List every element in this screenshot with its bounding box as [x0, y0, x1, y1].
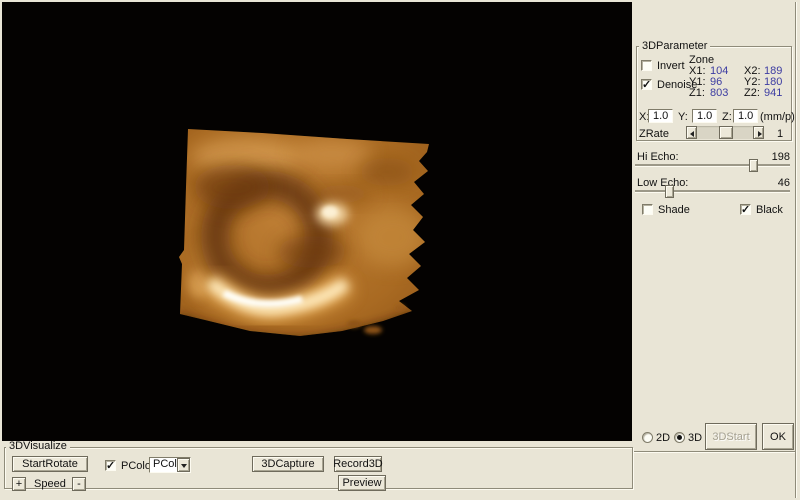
scale-z-input[interactable] [733, 109, 758, 123]
scale-y-input[interactable] [692, 109, 717, 123]
record3d-button[interactable]: Record3D [334, 456, 382, 472]
hi-echo-value: 198 [772, 152, 790, 163]
speed-label: Speed [34, 479, 66, 490]
3dcapture-button[interactable]: 3DCapture [252, 456, 324, 472]
panel-edge-line [795, 2, 797, 498]
checkmark-icon: ✓ [106, 459, 115, 472]
invert-checkbox[interactable] [641, 60, 652, 71]
start-rotate-button[interactable]: StartRotate [12, 456, 88, 472]
scale-z-label: Z: [722, 112, 732, 123]
hi-echo-label: Hi Echo: [637, 152, 679, 163]
mode-2d-label: 2D [656, 433, 670, 444]
zrate-label: ZRate [639, 129, 669, 140]
render-viewport[interactable] [2, 2, 632, 441]
visualize-group-title: 3DVisualize [6, 441, 70, 452]
pcolor-dropdown[interactable]: PColor [149, 457, 191, 473]
3dstart-button[interactable]: 3DStart [705, 423, 757, 450]
mode-3d-label: 3D [688, 433, 702, 444]
zrate-scroll-left-button[interactable] [686, 126, 697, 139]
visualize-panel: 3DVisualize StartRotate + Speed - ✓ PCol… [2, 441, 632, 498]
app-window: 3DParameter Invert ✓ Denoise Zone X1: 10… [0, 0, 800, 500]
zrate-scroll-right-button[interactable] [753, 126, 764, 139]
invert-label: Invert [657, 61, 685, 72]
radio-dot-icon [677, 435, 682, 440]
scale-y-label: Y: [678, 112, 688, 123]
low-echo-track[interactable] [635, 190, 790, 193]
denoise-checkbox[interactable]: ✓ [641, 79, 652, 90]
speed-minus-button[interactable]: - [72, 477, 86, 491]
low-echo-label: Low Echo: [637, 178, 688, 189]
arrow-right-icon [758, 131, 762, 137]
chevron-down-icon [181, 464, 187, 468]
mode-2d-radio[interactable] [642, 432, 653, 443]
mode-3d-radio[interactable] [674, 432, 685, 443]
black-checkbox[interactable]: ✓ [740, 204, 751, 215]
preview-button[interactable]: Preview [338, 475, 386, 491]
low-echo-value: 46 [778, 178, 790, 189]
zone-z2-value: 941 [764, 88, 782, 99]
zrate-scroll-thumb[interactable] [719, 126, 733, 139]
parameter-group-title: 3DParameter [639, 41, 710, 52]
pcolor-checkbox[interactable]: ✓ [105, 460, 116, 471]
low-echo-slider-thumb[interactable] [665, 185, 674, 198]
arrow-left-icon [690, 131, 694, 137]
dropdown-button[interactable] [177, 458, 190, 472]
zone-z1-value: 803 [710, 88, 728, 99]
panel-bottom-line [632, 451, 795, 453]
hi-echo-slider-thumb[interactable] [749, 159, 758, 172]
zrate-scrollbar[interactable] [686, 126, 764, 139]
shade-label: Shade [658, 205, 690, 216]
scale-unit-label: (mm/p) [760, 112, 795, 123]
ok-button[interactable]: OK [762, 423, 794, 450]
checkmark-icon: ✓ [741, 203, 750, 216]
shade-checkbox[interactable] [642, 204, 653, 215]
ultrasound-3d-render [2, 2, 632, 441]
scale-x-input[interactable] [648, 109, 673, 123]
black-label: Black [756, 205, 783, 216]
parameter-groupbox: 3DParameter Invert ✓ Denoise Zone X1: 10… [636, 46, 792, 141]
hi-echo-track[interactable] [635, 164, 790, 167]
zrate-value: 1 [777, 129, 783, 140]
zone-z1-label: Z1: [689, 88, 705, 99]
speed-plus-button[interactable]: + [12, 477, 26, 491]
parameter-panel: 3DParameter Invert ✓ Denoise Zone X1: 10… [632, 2, 798, 498]
zone-z2-label: Z2: [744, 88, 760, 99]
checkmark-icon: ✓ [642, 78, 651, 91]
